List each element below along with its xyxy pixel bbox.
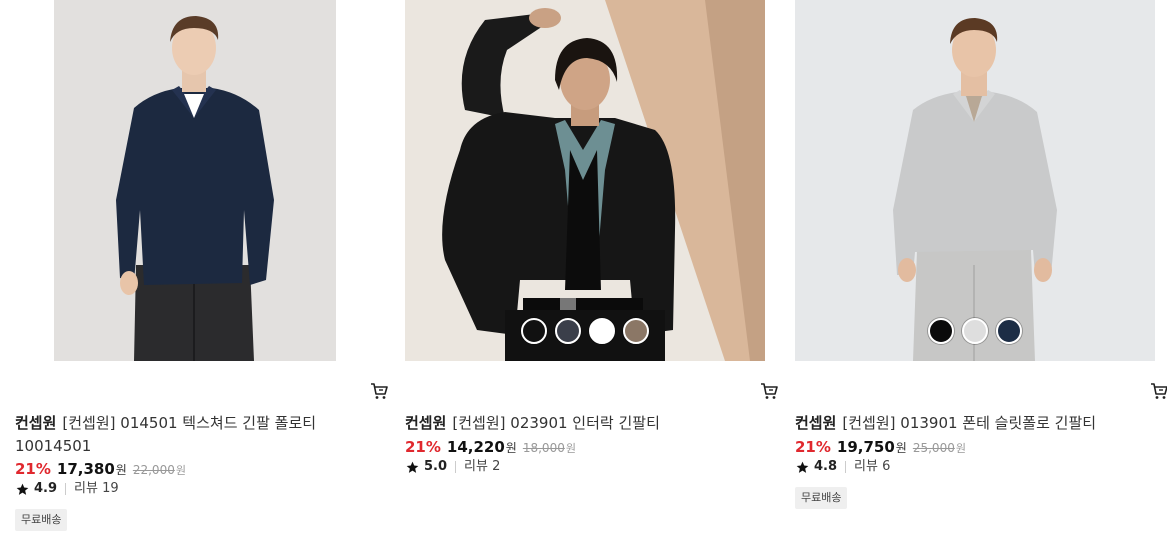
color-swatch[interactable] xyxy=(521,318,547,344)
product-brand: 컨셉원 xyxy=(795,414,837,432)
divider xyxy=(65,483,67,495)
rating-row: 4.9 리뷰 19 xyxy=(16,480,119,498)
color-swatches xyxy=(795,318,1155,344)
review-count[interactable]: 리뷰 2 xyxy=(464,458,500,476)
cart-icon[interactable] xyxy=(370,382,388,400)
model-navy-polo-icon xyxy=(54,0,336,361)
sale-price-unit: 원 xyxy=(115,463,127,477)
rating-row: 5.0 리뷰 2 xyxy=(406,458,500,476)
color-swatch[interactable] xyxy=(928,318,954,344)
original-price-unit: 원 xyxy=(565,442,576,455)
cart-icon[interactable] xyxy=(1150,382,1167,400)
sale-price-unit: 원 xyxy=(895,441,907,455)
product-title[interactable]: 컨셉원 [컨셉원] 023901 인터락 긴팔티 xyxy=(405,412,725,435)
star-icon xyxy=(16,483,29,495)
original-price: 22,000 xyxy=(132,463,175,477)
sale-price: 17,380 xyxy=(56,460,115,478)
color-swatch[interactable] xyxy=(996,318,1022,344)
product-brand: 컨셉원 xyxy=(405,414,447,432)
divider xyxy=(455,461,457,473)
discount-rate: 21% xyxy=(15,460,51,478)
rating-score: 4.8 xyxy=(814,459,838,474)
product-name: [컨셉원] 014501 텍스쳐드 긴팔 폴로티 10014501 xyxy=(15,414,317,455)
product-image[interactable] xyxy=(405,0,765,361)
product-card[interactable]: 컨셉원 [컨셉원] 014501 텍스쳐드 긴팔 폴로티 10014501 21%… xyxy=(15,0,390,536)
free-shipping-badge: 무료배송 xyxy=(795,487,848,509)
review-count[interactable]: 리뷰 19 xyxy=(74,480,119,498)
star-icon xyxy=(406,461,419,473)
sale-price: 14,220 xyxy=(446,438,505,456)
rating-score: 5.0 xyxy=(424,459,448,474)
discount-rate: 21% xyxy=(795,438,831,456)
product-card[interactable]: 컨셉원 [컨셉원] 023901 인터락 긴팔티 21% 14,220원 18,000… xyxy=(405,0,780,536)
sale-price-unit: 원 xyxy=(505,441,517,455)
price-row: 21% 14,220원 18,000원 xyxy=(405,437,576,459)
product-title[interactable]: 컨셉원 [컨셉원] 013901 폰테 슬릿폴로 긴팔티 xyxy=(795,412,1115,435)
model-black-jacket-icon xyxy=(405,0,765,361)
original-price-unit: 원 xyxy=(955,442,966,455)
color-swatches xyxy=(405,318,765,344)
color-swatch[interactable] xyxy=(623,318,649,344)
product-name: [컨셉원] 023901 인터락 긴팔티 xyxy=(452,414,660,432)
product-image[interactable] xyxy=(795,0,1155,361)
product-image[interactable] xyxy=(54,0,336,361)
product-title[interactable]: 컨셉원 [컨셉원] 014501 텍스쳐드 긴팔 폴로티 10014501 xyxy=(15,412,335,458)
model-gray-polo-icon xyxy=(795,0,1155,361)
color-swatch[interactable] xyxy=(555,318,581,344)
price-row: 21% 17,380원 22,000원 xyxy=(15,459,186,481)
sale-price: 19,750 xyxy=(836,438,895,456)
product-card[interactable]: 컨셉원 [컨셉원] 013901 폰테 슬릿폴로 긴팔티 21% 19,750원 25… xyxy=(795,0,1167,536)
rating-row: 4.8 리뷰 6 xyxy=(796,458,890,476)
color-swatch[interactable] xyxy=(962,318,988,344)
color-swatch[interactable] xyxy=(589,318,615,344)
price-row: 21% 19,750원 25,000원 xyxy=(795,437,966,459)
product-name: [컨셉원] 013901 폰테 슬릿폴로 긴팔티 xyxy=(842,414,1097,432)
original-price: 18,000 xyxy=(522,441,565,455)
original-price-unit: 원 xyxy=(175,464,186,477)
product-brand: 컨셉원 xyxy=(15,414,57,432)
discount-rate: 21% xyxy=(405,438,441,456)
star-icon xyxy=(796,461,809,473)
cart-icon[interactable] xyxy=(760,382,778,400)
rating-score: 4.9 xyxy=(34,481,58,496)
original-price: 25,000 xyxy=(912,441,955,455)
divider xyxy=(845,461,847,473)
free-shipping-badge: 무료배송 xyxy=(15,509,68,531)
review-count[interactable]: 리뷰 6 xyxy=(854,458,890,476)
